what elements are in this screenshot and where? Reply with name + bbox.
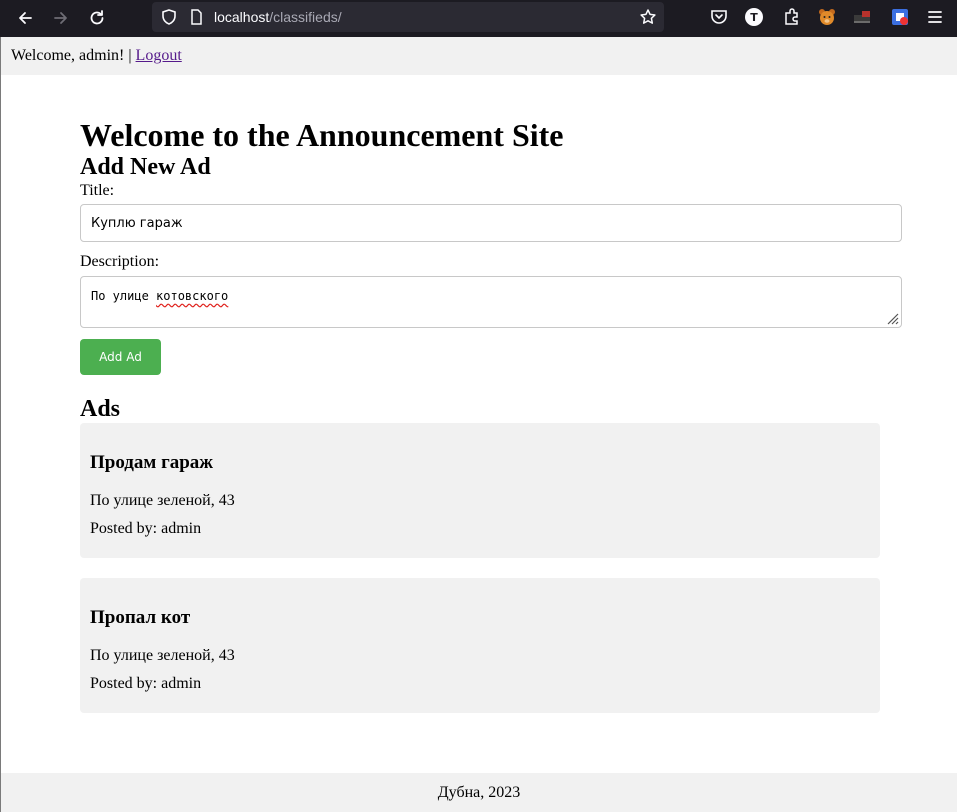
extensions-puzzle-icon[interactable] [782, 7, 802, 27]
welcome-line: Welcome, admin! | Logout [11, 47, 182, 65]
url-path: /classifieds/ [269, 9, 342, 25]
pocket-icon[interactable] [709, 7, 729, 27]
resize-grip-icon[interactable] [885, 311, 899, 325]
forward-button[interactable] [47, 4, 75, 32]
eraser-extension-icon[interactable] [852, 7, 872, 27]
url-text: localhost/classifieds/ [214, 9, 342, 25]
description-misspelled-word: котовского [156, 289, 229, 303]
logout-link[interactable]: Logout [136, 47, 182, 64]
ad-description: По улице зеленой, 43 [90, 647, 235, 664]
reload-icon [90, 10, 104, 25]
ad-card: Продам гараж По улице зеленой, 43 Posted… [80, 423, 880, 558]
extension-badge-text: T [750, 10, 758, 24]
back-button[interactable] [11, 4, 39, 32]
description-plain: По улице [91, 289, 157, 303]
user-bar: Welcome, admin! | Logout [1, 37, 957, 75]
browser-toolbar: localhost/classifieds/ T [0, 0, 957, 37]
menu-hamburger-icon[interactable] [925, 7, 945, 27]
page-title: Welcome to the Announcement Site [80, 117, 564, 153]
ads-heading: Ads [80, 396, 121, 422]
welcome-text: Welcome, admin! [11, 47, 125, 64]
url-host: localhost [214, 9, 270, 25]
bookmark-star-icon[interactable] [639, 8, 657, 26]
ad-posted-by: Posted by: admin [90, 520, 202, 537]
footer-text: Дубна, 2023 [437, 784, 521, 801]
title-input[interactable] [80, 204, 902, 242]
footer: Дубна, 2023 [1, 773, 957, 812]
ad-title: Продам гараж [90, 452, 214, 473]
bear-extension-icon[interactable] [817, 7, 837, 27]
add-ad-heading: Add New Ad [80, 154, 211, 180]
arrow-right-icon [54, 12, 67, 24]
translate-extension-icon[interactable]: T [745, 8, 763, 26]
arrow-left-icon [19, 12, 32, 24]
page-info-icon[interactable] [187, 8, 205, 26]
ad-posted-by: Posted by: admin [90, 675, 202, 692]
ad-description: По улице зеленой, 43 [90, 492, 235, 509]
description-value: По улице котовского [91, 289, 228, 303]
url-bar[interactable]: localhost/classifieds/ [152, 2, 664, 32]
shield-icon[interactable] [160, 8, 178, 26]
reload-button[interactable] [83, 4, 111, 32]
title-label: Title: [80, 182, 115, 199]
container-extension-icon[interactable] [890, 7, 910, 27]
add-ad-button[interactable]: Add Ad [80, 339, 161, 375]
description-label: Description: [80, 253, 160, 270]
ad-card: Пропал кот По улице зеленой, 43 Posted b… [80, 578, 880, 713]
ad-title: Пропал кот [90, 607, 191, 628]
separator: | [128, 47, 132, 64]
window-border [0, 37, 1, 812]
